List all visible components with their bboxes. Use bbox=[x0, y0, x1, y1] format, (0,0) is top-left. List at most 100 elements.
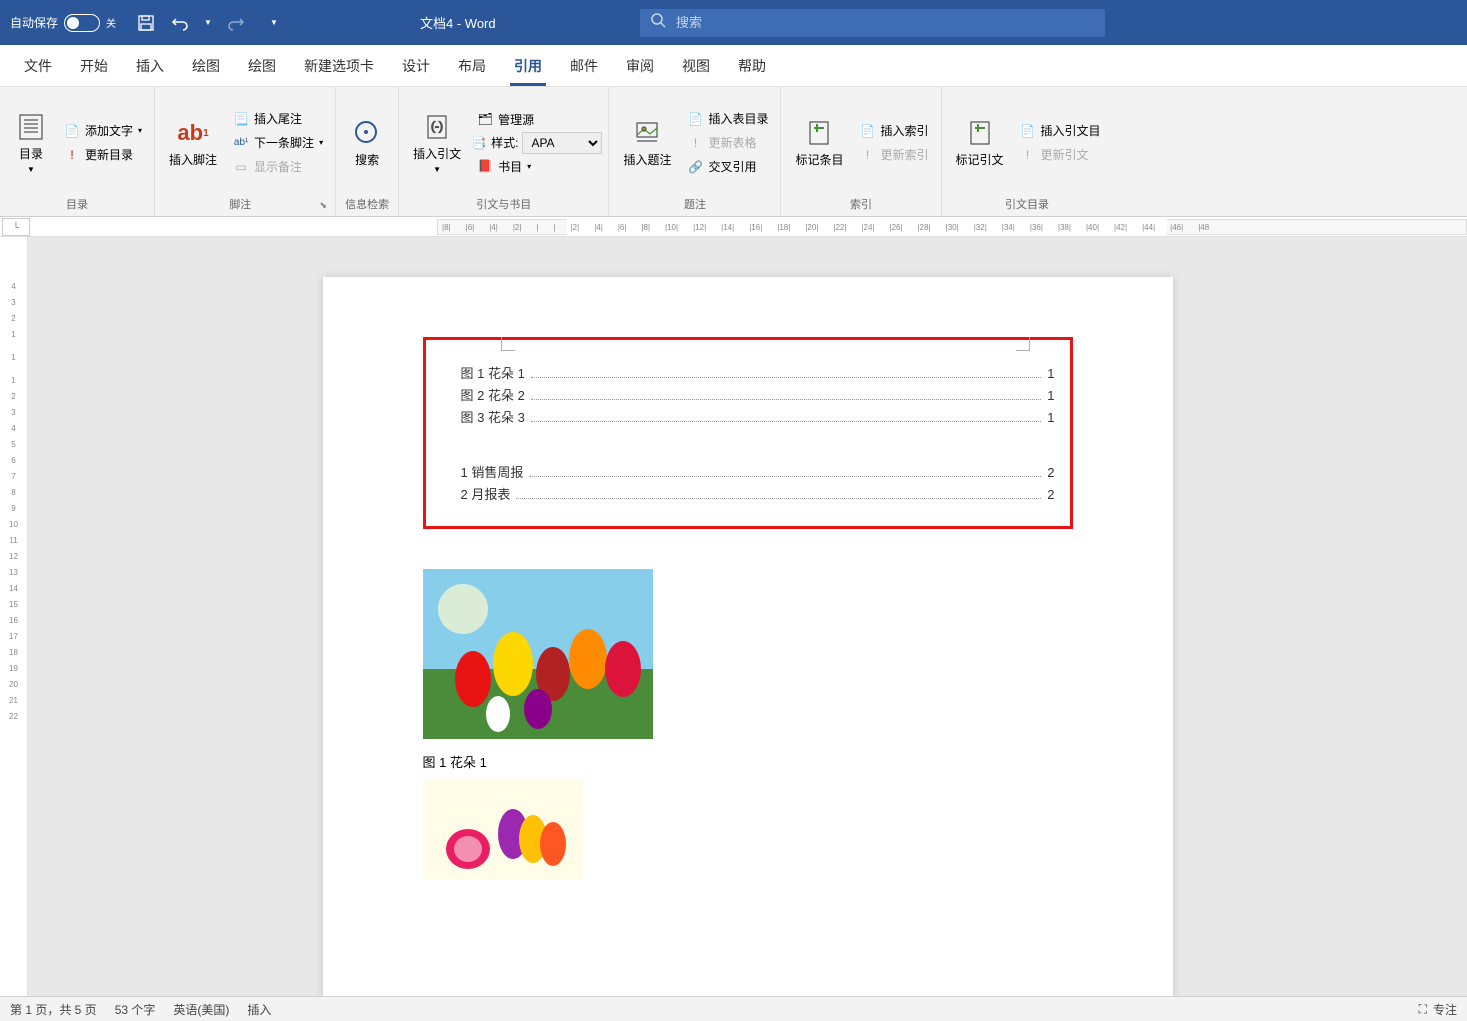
next-footnote-button[interactable]: ab¹下一条脚注▾ bbox=[227, 131, 329, 154]
qat-dropdown-icon[interactable]: ▼ bbox=[270, 18, 278, 27]
group-toc: 目录 ▼ 📄添加文字▾ !更新目录 目录 bbox=[0, 87, 155, 216]
mark-entry-label: 标记条目 bbox=[795, 153, 843, 167]
group-label-citations: 引文与书目 bbox=[405, 194, 602, 214]
group-authorities: 标记引文 📄插入引文目 !更新引文 引文目录 bbox=[942, 87, 1113, 216]
tab-view[interactable]: 视图 bbox=[668, 46, 724, 86]
toc-label: 图 1 花朵 1 bbox=[461, 363, 525, 382]
insert-index-button[interactable]: 📄插入索引 bbox=[853, 119, 934, 142]
group-captions: 插入题注 📄插入表目录 !更新表格 🔗交叉引用 题注 bbox=[609, 87, 781, 216]
focus-icon[interactable]: ⛶ bbox=[1419, 1002, 1427, 1017]
toc-icon bbox=[15, 111, 47, 143]
footnote-icon: ab1 bbox=[177, 117, 209, 149]
manage-sources-icon: 🗂 bbox=[477, 111, 493, 127]
autosave-label: 自动保存 bbox=[10, 14, 58, 31]
toc-figure-row[interactable]: 图 2 花朵 21 bbox=[441, 385, 1055, 404]
tab-layout[interactable]: 布局 bbox=[444, 46, 500, 86]
group-label-index: 索引 bbox=[787, 194, 934, 214]
figure-caption-1[interactable]: 图 1 花朵 1 bbox=[423, 752, 1073, 771]
horizontal-ruler[interactable]: |8||6||4||2||||2||4||6||8||10||12||14||1… bbox=[437, 217, 1467, 237]
tab-design[interactable]: 设计 bbox=[388, 46, 444, 86]
flower-image-2[interactable] bbox=[423, 779, 1073, 884]
tab-draw2[interactable]: 绘图 bbox=[234, 46, 290, 86]
update-table-button: !更新表格 bbox=[681, 131, 774, 154]
update-index-icon: ! bbox=[859, 147, 875, 163]
document-canvas[interactable]: 图 1 花朵 1 1 图 2 花朵 21 图 3 花朵 31 1 销售周报2 2 月报表… bbox=[28, 237, 1467, 996]
redo-icon[interactable] bbox=[226, 13, 246, 33]
autosave-toggle[interactable] bbox=[64, 14, 100, 32]
tab-review[interactable]: 审阅 bbox=[612, 46, 668, 86]
footnote-launcher-icon[interactable]: ⬊ bbox=[320, 200, 330, 211]
tab-references[interactable]: 引用 bbox=[500, 46, 556, 86]
toc-label: 图 3 花朵 3 bbox=[461, 407, 525, 426]
update-table-icon: ! bbox=[687, 135, 703, 151]
toc-page: 2 bbox=[1047, 487, 1054, 502]
status-mode[interactable]: 插入 bbox=[247, 1001, 271, 1018]
tab-bar: 文件 开始 插入 绘图 绘图 新建选项卡 设计 布局 引用 邮件 审阅 视图 帮… bbox=[0, 45, 1467, 87]
search-box[interactable] bbox=[640, 9, 1105, 37]
group-label-captions: 题注 bbox=[615, 194, 774, 214]
insert-index-icon: 📄 bbox=[859, 123, 875, 139]
tab-newtab[interactable]: 新建选项卡 bbox=[290, 46, 388, 86]
undo-icon[interactable] bbox=[170, 13, 190, 33]
tab-mailings[interactable]: 邮件 bbox=[556, 46, 612, 86]
toc-page: 1 bbox=[1047, 366, 1054, 381]
svg-text:(-): (-) bbox=[431, 119, 443, 133]
group-label-research: 信息检索 bbox=[342, 194, 392, 214]
endnote-icon: 📃 bbox=[233, 111, 249, 127]
update-toc-button[interactable]: !更新目录 bbox=[58, 143, 148, 166]
flower-image-1[interactable] bbox=[423, 559, 1073, 744]
tab-insert[interactable]: 插入 bbox=[122, 46, 178, 86]
insert-endnote-button[interactable]: 📃插入尾注 bbox=[227, 107, 329, 130]
manage-sources-button[interactable]: 🗂管理源 bbox=[471, 108, 602, 131]
crossref-button[interactable]: 🔗交叉引用 bbox=[681, 155, 774, 178]
insert-caption-button[interactable]: 插入题注 bbox=[615, 91, 679, 194]
tab-home[interactable]: 开始 bbox=[66, 46, 122, 86]
mark-citation-button[interactable]: 标记引文 bbox=[948, 91, 1012, 194]
ruler-corner-icon[interactable]: └ bbox=[2, 218, 30, 236]
toc-label: 2 月报表 bbox=[461, 484, 511, 503]
insert-citation-button[interactable]: (-) 插入引文 ▼ bbox=[405, 91, 469, 194]
search-button[interactable]: 搜索 bbox=[342, 91, 392, 194]
mark-entry-icon bbox=[803, 117, 835, 149]
status-focus[interactable]: 专注 bbox=[1433, 1001, 1457, 1018]
style-select[interactable]: APA bbox=[522, 132, 602, 154]
status-words[interactable]: 53 个字 bbox=[115, 1001, 156, 1018]
toc-label: 目录 bbox=[19, 147, 43, 161]
search-input[interactable] bbox=[676, 15, 1095, 30]
document-title: 文档4 - Word bbox=[420, 13, 496, 32]
margin-corner-icon bbox=[501, 337, 515, 351]
save-icon[interactable] bbox=[136, 13, 156, 33]
update-icon: ! bbox=[64, 147, 80, 163]
toc-figure-row[interactable]: 图 3 花朵 31 bbox=[441, 407, 1055, 426]
add-text-button[interactable]: 📄添加文字▾ bbox=[58, 119, 148, 142]
next-footnote-icon: ab¹ bbox=[233, 135, 249, 151]
toc-table-row[interactable]: 1 销售周报2 bbox=[441, 462, 1055, 481]
group-footnote: ab1 插入脚注 📃插入尾注 ab¹下一条脚注▾ ▭显示备注 脚注⬊ bbox=[155, 87, 336, 216]
insert-footnote-button[interactable]: ab1 插入脚注 bbox=[161, 91, 225, 194]
insert-toa-button[interactable]: 📄插入引文目 bbox=[1014, 119, 1107, 142]
toc-page: 2 bbox=[1047, 465, 1054, 480]
toc-figure-row[interactable]: 图 1 花朵 1 1 bbox=[441, 363, 1055, 382]
toc-table-row[interactable]: 2 月报表 2 bbox=[441, 484, 1055, 503]
update-toa-icon: ! bbox=[1020, 147, 1036, 163]
ribbon: 目录 ▼ 📄添加文字▾ !更新目录 目录 ab1 插入脚注 📃插入尾注 ab¹下… bbox=[0, 87, 1467, 217]
crossref-icon: 🔗 bbox=[687, 159, 703, 175]
tab-file[interactable]: 文件 bbox=[10, 46, 66, 86]
bibliography-button[interactable]: 📕书目▾ bbox=[471, 155, 602, 178]
undo-dropdown-icon[interactable]: ▼ bbox=[204, 18, 212, 27]
margin-corner-icon bbox=[1016, 337, 1030, 351]
tab-draw[interactable]: 绘图 bbox=[178, 46, 234, 86]
insert-tof-button[interactable]: 📄插入表目录 bbox=[681, 107, 774, 130]
tab-help[interactable]: 帮助 bbox=[724, 46, 780, 86]
status-page[interactable]: 第 1 页，共 5 页 bbox=[10, 1001, 97, 1018]
caption-label: 插入题注 bbox=[623, 153, 671, 167]
ruler-bar: └ |8||6||4||2||||2||4||6||8||10||12||14|… bbox=[0, 217, 1467, 237]
mark-entry-button[interactable]: 标记条目 bbox=[787, 91, 851, 194]
toc-button[interactable]: 目录 ▼ bbox=[6, 91, 56, 194]
vertical-ruler[interactable]: 4321112345678910111213141516171819202122 bbox=[0, 237, 28, 996]
status-lang[interactable]: 英语(美国) bbox=[173, 1001, 229, 1018]
search-icon bbox=[650, 12, 666, 33]
group-label-authorities: 引文目录 bbox=[948, 194, 1107, 214]
show-notes-icon: ▭ bbox=[233, 159, 249, 175]
group-citations: (-) 插入引文 ▼ 🗂管理源 📑 样式: APA 📕书目▾ 引文与书目 bbox=[399, 87, 609, 216]
